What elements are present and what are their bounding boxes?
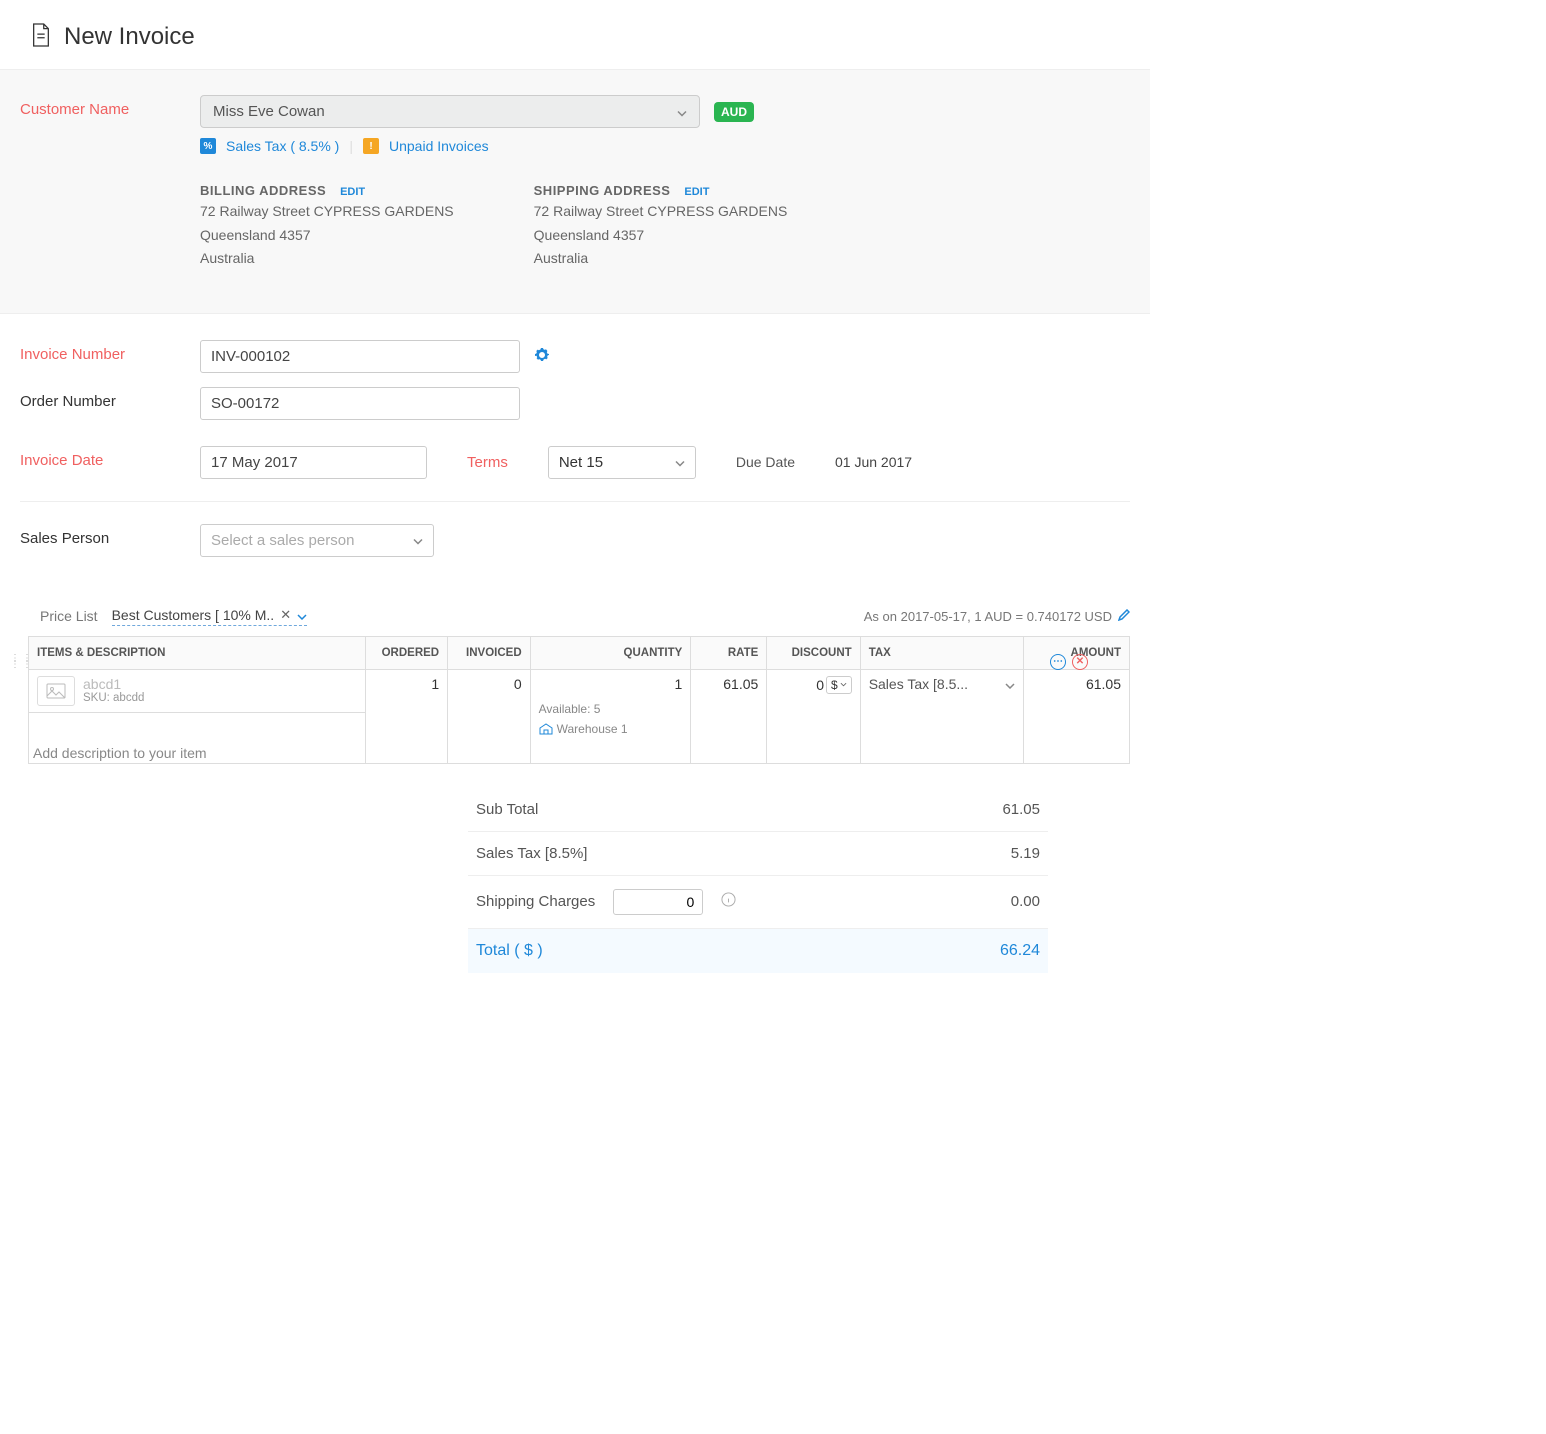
subtotal-value: 61.05: [1002, 801, 1040, 818]
col-ordered: ORDERED: [365, 636, 448, 669]
pencil-icon[interactable]: [1118, 609, 1130, 624]
line-items-table: ITEMS & DESCRIPTION ORDERED INVOICED QUA…: [28, 636, 1130, 764]
row-more-icon[interactable]: ⋯: [1050, 654, 1066, 670]
cell-rate[interactable]: 61.05: [691, 669, 767, 763]
price-list-value[interactable]: Best Customers [ 10% M.. ✕: [112, 607, 308, 626]
exchange-rate: As on 2017-05-17, 1 AUD = 0.740172 USD: [864, 609, 1130, 624]
invoice-date-input[interactable]: [200, 446, 427, 479]
chevron-down-icon: [675, 454, 685, 471]
sales-tax-link[interactable]: Sales Tax ( 8.5% ): [226, 138, 339, 154]
order-number-label: Order Number: [20, 387, 200, 410]
cell-invoiced: 0: [448, 669, 531, 763]
shipping-address: SHIPPING ADDRESS EDIT 72 Railway Street …: [534, 182, 788, 269]
shipping-label: Shipping Charges: [476, 893, 595, 910]
col-tax: TAX: [860, 636, 1023, 669]
order-number-input[interactable]: [200, 387, 520, 420]
close-icon[interactable]: ✕: [280, 607, 291, 623]
total-value: 66.24: [1000, 942, 1040, 960]
col-rate: RATE: [691, 636, 767, 669]
page-title: New Invoice: [64, 23, 195, 51]
table-row: abcd1 SKU: abcdd Add description to your…: [29, 669, 1130, 763]
cell-quantity[interactable]: 1: [539, 676, 683, 692]
col-invoiced: INVOICED: [448, 636, 531, 669]
tax-total-label: Sales Tax [8.5%]: [476, 845, 587, 862]
available-text: Available: 5: [539, 702, 683, 716]
tax-select[interactable]: Sales Tax [8.5...: [869, 676, 1015, 692]
chevron-down-icon: [677, 103, 687, 120]
percent-icon: %: [200, 138, 216, 154]
invoice-date-label: Invoice Date: [20, 446, 200, 469]
discount-unit-toggle[interactable]: $: [826, 676, 852, 694]
invoice-number-input[interactable]: [200, 340, 520, 373]
chevron-down-icon: [413, 532, 423, 549]
col-discount: DISCOUNT: [767, 636, 860, 669]
chevron-down-icon: [1005, 676, 1015, 692]
warehouse-text: Warehouse 1: [539, 722, 683, 736]
cell-amount: 61.05: [1023, 669, 1129, 763]
drag-handle-icon[interactable]: ⋮⋮⋮⋮: [10, 656, 34, 668]
invoice-number-label: Invoice Number: [20, 340, 200, 363]
terms-label: Terms: [467, 454, 508, 471]
warning-icon: !: [363, 138, 379, 154]
col-quantity: QUANTITY: [530, 636, 691, 669]
customer-name-select[interactable]: Miss Eve Cowan: [200, 95, 700, 128]
sales-person-label: Sales Person: [20, 524, 200, 547]
cell-ordered: 1: [365, 669, 448, 763]
billing-address: BILLING ADDRESS EDIT 72 Railway Street C…: [200, 182, 454, 269]
cell-discount[interactable]: 0: [816, 677, 824, 693]
price-list-label: Price List: [40, 608, 98, 624]
item-sku: SKU: abcdd: [83, 692, 144, 704]
info-icon[interactable]: [721, 892, 736, 911]
unpaid-invoices-link[interactable]: Unpaid Invoices: [389, 138, 489, 154]
currency-badge: AUD: [714, 102, 754, 122]
billing-heading: BILLING ADDRESS: [200, 183, 326, 198]
terms-select[interactable]: Net 15: [548, 446, 696, 479]
sales-person-select[interactable]: Select a sales person: [200, 524, 434, 557]
subtotal-label: Sub Total: [476, 801, 538, 818]
customer-name-value: Miss Eve Cowan: [213, 103, 325, 120]
page-header: New Invoice: [0, 0, 1150, 70]
chevron-down-icon: [297, 607, 307, 623]
gear-icon[interactable]: [534, 347, 550, 366]
billing-edit-link[interactable]: EDIT: [340, 186, 365, 198]
col-items: ITEMS & DESCRIPTION: [29, 636, 366, 669]
item-name[interactable]: abcd1: [83, 676, 144, 692]
due-date-label: Due Date: [736, 454, 795, 470]
due-date-value: 01 Jun 2017: [835, 454, 912, 470]
shipping-charges-input[interactable]: [613, 889, 703, 915]
shipping-amount: 0.00: [1011, 893, 1040, 910]
item-description-input[interactable]: Add description to your item: [29, 743, 365, 763]
customer-name-label: Customer Name: [20, 95, 200, 118]
total-label: Total ( $ ): [476, 942, 543, 960]
image-placeholder-icon[interactable]: [37, 676, 75, 706]
document-icon: [30, 22, 52, 51]
shipping-edit-link[interactable]: EDIT: [684, 186, 709, 198]
row-delete-icon[interactable]: ✕: [1072, 654, 1088, 670]
tax-total-value: 5.19: [1011, 845, 1040, 862]
shipping-heading: SHIPPING ADDRESS: [534, 183, 671, 198]
